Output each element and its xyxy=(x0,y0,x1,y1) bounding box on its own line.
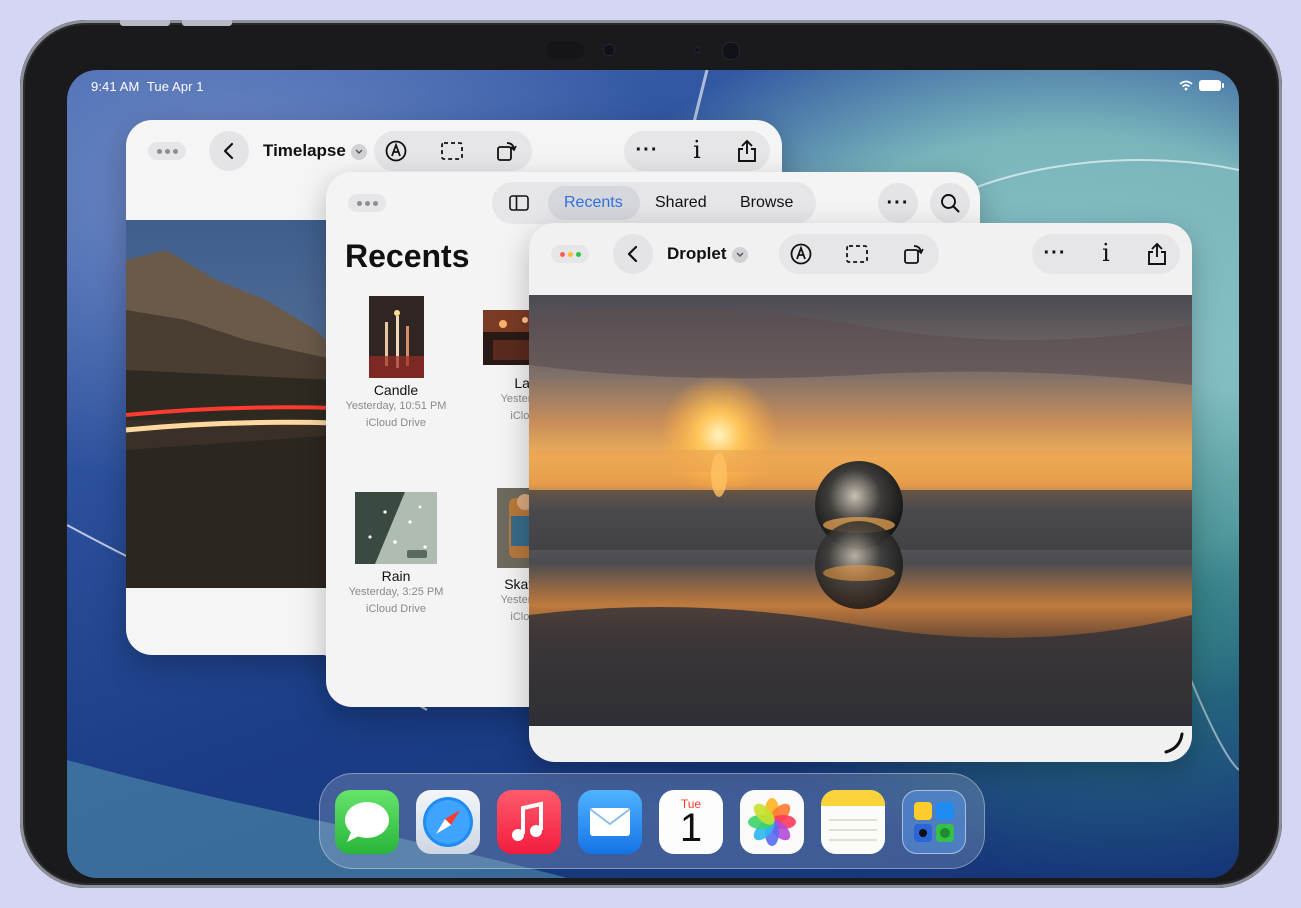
more-button[interactable]: ··· xyxy=(1040,238,1070,268)
droplet-photo xyxy=(529,295,1192,726)
tab-recents[interactable]: Recents xyxy=(564,194,623,212)
chevron-left-icon xyxy=(223,142,234,160)
window-controls[interactable] xyxy=(348,194,386,212)
file-item-rain[interactable]: Rain Yesterday, 3:25 PM iCloud Drive xyxy=(337,492,455,618)
dock-app-calendar[interactable]: Tue 1 xyxy=(659,790,723,854)
search-icon xyxy=(941,194,960,213)
minimize-control[interactable] xyxy=(567,251,573,257)
file-item-candle[interactable]: Candle Yesterday, 10:51 PM iCloud Drive xyxy=(337,296,455,432)
file-location: iCloud Drive xyxy=(366,417,426,429)
share-icon[interactable] xyxy=(1142,239,1172,269)
back-button[interactable] xyxy=(209,131,249,171)
rotate-icon[interactable] xyxy=(492,137,520,165)
sensor-icon xyxy=(722,42,740,60)
notes-icon xyxy=(821,790,885,841)
dock-app-photos[interactable] xyxy=(740,790,804,854)
markup-icon[interactable] xyxy=(382,137,410,165)
file-date: Yesterday, 3:25 PM xyxy=(348,586,444,598)
safari-icon xyxy=(423,797,473,847)
volume-button xyxy=(120,20,170,26)
file-thumbnail xyxy=(355,492,437,564)
actions-toolbar: ··· i xyxy=(624,131,770,171)
tab-shared[interactable]: Shared xyxy=(655,194,707,212)
window-droplet[interactable]: Droplet ··· i xyxy=(529,223,1192,762)
screen: 9:41 AM Tue Apr 1 Timelapse ··· i Recent… xyxy=(67,70,1239,878)
markup-toolbar xyxy=(374,131,532,171)
chevron-down-icon xyxy=(731,246,748,263)
info-button[interactable]: i xyxy=(1091,238,1121,268)
dock-app-safari[interactable] xyxy=(416,790,480,854)
markup-toolbar xyxy=(779,234,939,274)
search-button[interactable] xyxy=(930,183,970,223)
chevron-down-icon xyxy=(350,143,367,160)
dock-app-folder[interactable] xyxy=(902,790,966,854)
rotate-icon[interactable] xyxy=(899,240,927,268)
mail-icon xyxy=(589,808,631,836)
more-button[interactable]: ··· xyxy=(632,135,662,165)
crop-icon[interactable] xyxy=(843,240,871,268)
dock-app-messages[interactable] xyxy=(335,790,399,854)
maximize-control[interactable] xyxy=(575,251,581,257)
dock: Tue 1 xyxy=(319,773,985,869)
share-icon[interactable] xyxy=(732,136,762,166)
file-location: iCloud Drive xyxy=(366,603,426,615)
status-indicators xyxy=(1179,80,1224,91)
file-thumbnail xyxy=(368,296,424,378)
window-controls[interactable] xyxy=(148,142,186,160)
info-button[interactable]: i xyxy=(682,135,712,165)
calendar-date: 1 xyxy=(679,806,703,850)
wifi-icon xyxy=(1179,80,1193,91)
dock-app-mail[interactable] xyxy=(578,790,642,854)
photos-icon xyxy=(748,798,796,846)
more-label: ··· xyxy=(886,191,910,214)
resize-handle[interactable] xyxy=(1160,730,1186,756)
window-controls[interactable] xyxy=(551,245,589,263)
timelapse-photo xyxy=(126,220,336,588)
sensor-icon xyxy=(694,47,700,53)
dock-app-music[interactable] xyxy=(497,790,561,854)
battery-icon xyxy=(1199,80,1224,91)
close-control[interactable] xyxy=(559,251,565,257)
file-date: Yesterday, 10:51 PM xyxy=(345,400,447,412)
camera-icon xyxy=(603,44,615,56)
file-name: Candle xyxy=(373,382,419,398)
volume-button xyxy=(182,20,232,26)
page-title: Recents xyxy=(345,238,470,274)
window-title[interactable]: Droplet xyxy=(667,244,748,264)
sidebar-icon[interactable] xyxy=(506,192,532,214)
more-button[interactable]: ··· xyxy=(878,183,918,223)
music-icon xyxy=(512,801,543,841)
file-name: Rain xyxy=(381,568,411,584)
status-time: 9:41 AM Tue Apr 1 xyxy=(91,79,204,94)
files-tab-bar: Recents Shared Browse xyxy=(492,182,816,224)
chevron-left-icon xyxy=(627,245,638,263)
messages-icon xyxy=(345,802,389,842)
crop-icon[interactable] xyxy=(438,137,466,165)
actions-toolbar: ··· i xyxy=(1032,234,1180,274)
window-title[interactable]: Timelapse xyxy=(263,141,367,161)
markup-icon[interactable] xyxy=(787,240,815,268)
back-button[interactable] xyxy=(613,234,653,274)
dock-app-notes[interactable] xyxy=(821,790,885,854)
camera-housing xyxy=(546,41,584,59)
tab-browse[interactable]: Browse xyxy=(740,194,793,212)
app-folder-icon xyxy=(914,802,954,842)
